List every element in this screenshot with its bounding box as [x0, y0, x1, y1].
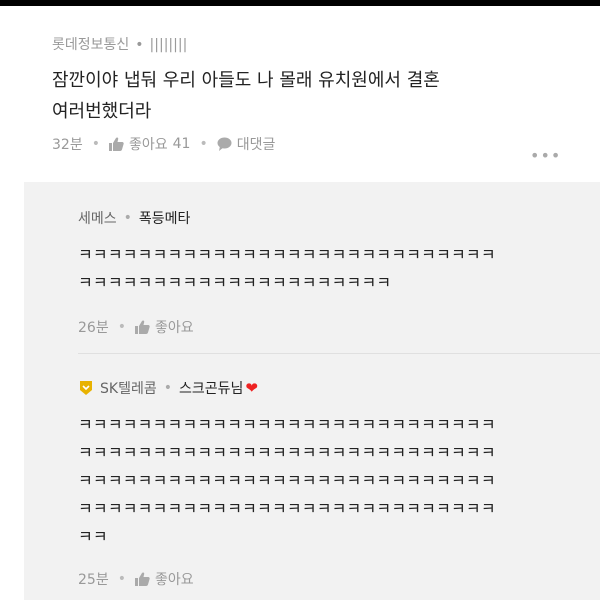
- heart-icon: ❤: [245, 379, 258, 397]
- top-status-bar: [0, 0, 600, 6]
- separator-dot: •: [163, 380, 172, 396]
- comment-divider: [78, 353, 600, 354]
- post-author-nickname[interactable]: ||||||||: [150, 37, 188, 53]
- post-like-button[interactable]: 좋아요 41: [108, 134, 191, 154]
- comment-nickname[interactable]: 스크곤듀님: [179, 378, 243, 398]
- comment-like-label: 좋아요: [154, 572, 194, 588]
- comment-like-label: 좋아요: [154, 320, 194, 336]
- post-author-row: 롯데정보통신 • ||||||||: [52, 34, 187, 54]
- separator-dot: •: [135, 37, 144, 53]
- thumbs-up-icon: [134, 572, 150, 586]
- comment-time: 25분: [78, 572, 109, 588]
- post-reply-button[interactable]: 대댓글: [217, 134, 276, 154]
- post-like-count: 41: [172, 136, 191, 152]
- post-author-company[interactable]: 롯데정보통신: [52, 37, 129, 53]
- comment-header: SK텔레콤 • 스크곤듀님 ❤: [78, 378, 496, 398]
- comment-line: ㅋㅋㅋㅋㅋㅋㅋㅋㅋㅋㅋㅋㅋㅋㅋㅋㅋㅋㅋㅋㅋㅋㅋㅋㅋㅋㅋㅋ: [78, 415, 496, 434]
- post-like-label: 좋아요: [128, 137, 168, 153]
- company-badge-icon: [80, 381, 92, 395]
- post-body: 잠깐이야 냅둬 우리 아들도 나 몰래 유치원에서 결혼 여러번했더라: [52, 65, 572, 127]
- post-body-line: 잠깐이야 냅둬 우리 아들도 나 몰래 유치원에서 결혼: [52, 70, 440, 91]
- comment-company[interactable]: SK텔레콤: [100, 378, 157, 398]
- post-time: 32분: [52, 137, 83, 153]
- comment-line: ㅋㅋㅋㅋㅋㅋㅋㅋㅋㅋㅋㅋㅋㅋㅋㅋㅋㅋㅋㅋㅋ: [78, 273, 392, 292]
- more-options-icon[interactable]: •••: [530, 146, 561, 165]
- post-meta-row: 32분 • 좋아요 41 • 대댓글: [52, 134, 275, 154]
- comments-section: 세메스 • 폭등메타 ㅋㅋㅋㅋㅋㅋㅋㅋㅋㅋㅋㅋㅋㅋㅋㅋㅋㅋㅋㅋㅋㅋㅋㅋㅋㅋㅋㅋ …: [24, 182, 600, 600]
- comment-line: ㅋㅋㅋㅋㅋㅋㅋㅋㅋㅋㅋㅋㅋㅋㅋㅋㅋㅋㅋㅋㅋㅋㅋㅋㅋㅋㅋㅋ: [78, 443, 496, 462]
- comment-body: ㅋㅋㅋㅋㅋㅋㅋㅋㅋㅋㅋㅋㅋㅋㅋㅋㅋㅋㅋㅋㅋㅋㅋㅋㅋㅋㅋㅋ ㅋㅋㅋㅋㅋㅋㅋㅋㅋㅋㅋ…: [78, 411, 496, 551]
- separator-dot: •: [91, 136, 100, 152]
- comment-line: ㅋㅋㅋㅋㅋㅋㅋㅋㅋㅋㅋㅋㅋㅋㅋㅋㅋㅋㅋㅋㅋㅋㅋㅋㅋㅋㅋㅋ: [78, 499, 496, 518]
- thumbs-up-icon: [108, 137, 124, 151]
- comment-header: 세메스 • 폭등메타: [78, 208, 496, 228]
- comment-meta: 25분 • 좋아요: [78, 569, 496, 589]
- comment-time: 26분: [78, 320, 109, 336]
- comment-item: 세메스 • 폭등메타 ㅋㅋㅋㅋㅋㅋㅋㅋㅋㅋㅋㅋㅋㅋㅋㅋㅋㅋㅋㅋㅋㅋㅋㅋㅋㅋㅋㅋ …: [78, 208, 496, 337]
- comment-line: ㅋㅋ: [78, 527, 108, 546]
- speech-bubble-icon: [217, 137, 232, 151]
- comment-like-button[interactable]: 좋아요: [134, 569, 194, 589]
- comment-body: ㅋㅋㅋㅋㅋㅋㅋㅋㅋㅋㅋㅋㅋㅋㅋㅋㅋㅋㅋㅋㅋㅋㅋㅋㅋㅋㅋㅋ ㅋㅋㅋㅋㅋㅋㅋㅋㅋㅋㅋ…: [78, 241, 496, 297]
- thumbs-up-icon: [134, 320, 150, 334]
- post-reply-label: 대댓글: [236, 137, 276, 153]
- separator-dot: •: [117, 571, 126, 587]
- comment-nickname[interactable]: 폭등메타: [139, 208, 191, 228]
- separator-dot: •: [199, 136, 208, 152]
- comment-like-button[interactable]: 좋아요: [134, 317, 194, 337]
- comment-company[interactable]: 세메스: [78, 208, 117, 228]
- post-body-line: 여러번했더라: [52, 101, 152, 122]
- comment-line: ㅋㅋㅋㅋㅋㅋㅋㅋㅋㅋㅋㅋㅋㅋㅋㅋㅋㅋㅋㅋㅋㅋㅋㅋㅋㅋㅋㅋ: [78, 471, 496, 490]
- separator-dot: •: [117, 319, 126, 335]
- separator-dot: •: [123, 210, 132, 226]
- comment-line: ㅋㅋㅋㅋㅋㅋㅋㅋㅋㅋㅋㅋㅋㅋㅋㅋㅋㅋㅋㅋㅋㅋㅋㅋㅋㅋㅋㅋ: [78, 245, 496, 264]
- comment-meta: 26분 • 좋아요: [78, 317, 496, 337]
- comment-item: SK텔레콤 • 스크곤듀님 ❤ ㅋㅋㅋㅋㅋㅋㅋㅋㅋㅋㅋㅋㅋㅋㅋㅋㅋㅋㅋㅋㅋㅋㅋㅋㅋ…: [78, 378, 496, 589]
